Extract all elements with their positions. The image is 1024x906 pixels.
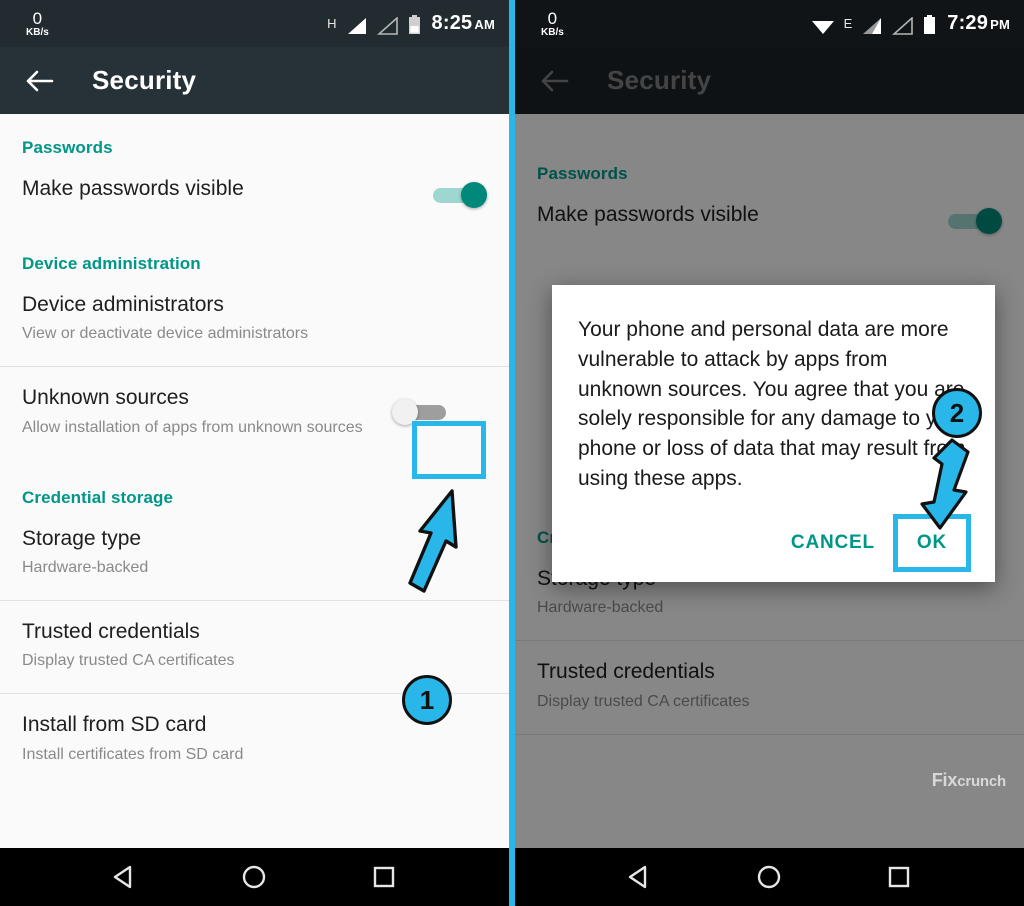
cancel-button[interactable]: CANCEL (775, 522, 891, 564)
row-subtitle: Install certificates from SD card (22, 745, 244, 763)
back-arrow-icon[interactable] (537, 64, 571, 98)
network-speed-unit: KB/s (541, 26, 564, 38)
clipped-row-top (515, 114, 1024, 130)
annotation-step-number: 2 (949, 397, 965, 428)
row-title: Make passwords visible (22, 177, 244, 200)
nav-back-button[interactable] (110, 862, 140, 892)
status-clock: 8:25 AM (432, 12, 495, 35)
annotation-step-number: 1 (419, 684, 435, 715)
row-text-group: Unknown sources Allow installation of ap… (22, 385, 392, 437)
network-type-icon: E (843, 16, 853, 31)
row-device-administrators[interactable]: Device administrators View or deactivate… (0, 274, 509, 366)
row-text-group: Make passwords visible (537, 202, 948, 228)
right-navigation-bar[interactable] (515, 848, 1024, 906)
nav-back-button[interactable] (625, 862, 655, 892)
annotation-arrow-1 (390, 487, 470, 602)
row-text-group: Device administrators View or deactivate… (22, 292, 487, 344)
row-text-group: Trusted credentials Display trusted CA c… (22, 619, 487, 671)
right-phone-screen: 0 KB/s E 7:29 PM Security Passwords Make… (515, 0, 1024, 906)
wifi-icon (811, 17, 835, 35)
left-navigation-bar[interactable] (0, 848, 509, 906)
section-header-device-administration: Device administration (22, 254, 201, 273)
row-make-passwords-visible[interactable]: Make passwords visible (0, 158, 509, 230)
row-title: Trusted credentials (537, 660, 715, 684)
page-title: Security (607, 65, 712, 95)
status-icons-group: E 7:29 PM (811, 12, 1010, 35)
row-text-group: Make passwords visible (22, 176, 433, 202)
left-status-bar: 0 KB/s H 8:25 AM (0, 0, 509, 47)
status-icons-group: H 8:25 AM (327, 12, 495, 35)
network-speed-value: 0 (32, 8, 43, 28)
network-speed-indicator: 0 KB/s (541, 10, 564, 38)
annotation-badge-1: 1 (402, 675, 452, 725)
row-trusted-credentials: Trusted credentials Display trusted CA c… (515, 641, 1024, 733)
network-speed-unit: KB/s (26, 26, 49, 38)
annotation-arrow-2 (918, 436, 998, 539)
nav-recents-button[interactable] (884, 862, 914, 892)
row-title: Trusted credentials (22, 620, 200, 644)
signal-bars-sim2-icon (892, 17, 914, 35)
signal-bars-sim2-icon (376, 17, 399, 35)
clock-time: 8:25 (431, 12, 473, 34)
clock-meridiem: PM (990, 17, 1010, 32)
status-clock: 7:29 PM (947, 12, 1010, 35)
network-speed-value: 0 (547, 8, 558, 28)
highlight-box-unknown-sources-toggle (412, 421, 486, 479)
network-speed-indicator: 0 KB/s (26, 10, 49, 38)
watermark-prefix: Fix (931, 770, 958, 790)
signal-bars-sim1-icon (861, 17, 883, 35)
row-subtitle: View or deactivate device administrators (22, 325, 309, 343)
section-header-passwords: Passwords (22, 138, 113, 157)
row-subtitle: Hardware-backed (537, 599, 664, 617)
toggle-make-passwords-visible (948, 208, 1002, 234)
row-subtitle: Allow installation of apps from unknown … (22, 418, 363, 436)
annotation-badge-2: 2 (932, 388, 982, 438)
fixcrunch-watermark: Fixcrunch (932, 770, 1006, 791)
row-make-passwords-visible: Make passwords visible (515, 184, 1024, 256)
row-title: Install from SD card (22, 713, 207, 737)
toggle-thumb (461, 182, 487, 208)
right-status-bar: 0 KB/s E 7:29 PM (515, 0, 1024, 47)
back-arrow-icon[interactable] (22, 64, 56, 98)
toggle-thumb (976, 208, 1002, 234)
nav-home-button[interactable] (754, 862, 784, 892)
row-title: Make passwords visible (537, 203, 759, 226)
network-type-icon: H (327, 16, 337, 31)
row-title: Unknown sources (22, 386, 189, 410)
toggle-make-passwords-visible[interactable] (433, 182, 487, 208)
watermark-suffix: crunch (957, 773, 1006, 790)
dialog-action-row: CANCEL OK (578, 513, 971, 572)
page-title: Security (92, 65, 197, 95)
row-subtitle: Display trusted CA certificates (537, 692, 750, 710)
row-text-group: Trusted credentials Display trusted CA c… (537, 659, 1002, 711)
right-app-bar: Security (515, 47, 1024, 114)
row-subtitle: Display trusted CA certificates (22, 652, 235, 670)
clock-time: 7:29 (947, 12, 989, 34)
nav-recents-button[interactable] (369, 862, 399, 892)
dialog-message: Your phone and personal data are more vu… (578, 318, 967, 491)
signal-bars-sim1-icon (346, 17, 368, 35)
list-divider (515, 733, 1024, 735)
battery-icon (408, 15, 421, 35)
left-app-bar: Security (0, 47, 509, 114)
battery-icon (923, 15, 936, 35)
clock-meridiem: AM (474, 17, 495, 32)
row-title: Device administrators (22, 293, 224, 316)
section-header-passwords: Passwords (537, 164, 628, 183)
dual-screenshot-container: 0 KB/s H 8:25 AM Security Passwords Make… (0, 0, 1024, 906)
left-phone-screen: 0 KB/s H 8:25 AM Security Passwords Make… (0, 0, 509, 906)
nav-home-button[interactable] (239, 862, 269, 892)
left-settings-list[interactable]: Passwords Make passwords visible Device … (0, 114, 509, 848)
